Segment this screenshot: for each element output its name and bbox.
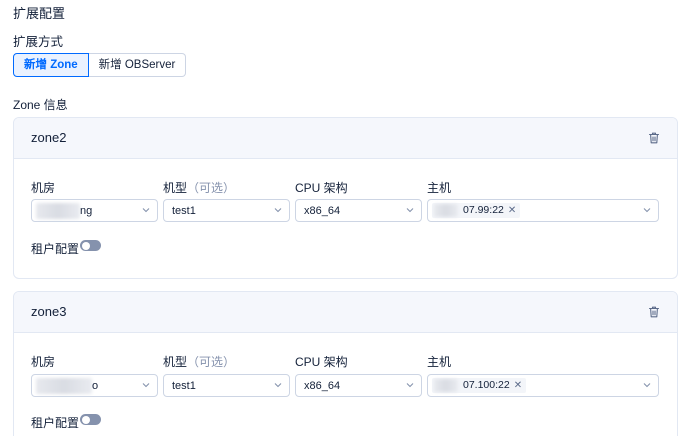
model-select[interactable]: test1 [163,199,290,222]
cpu-arch-value: x86_64 [304,205,341,217]
idc-select[interactable]: ng [31,199,158,222]
tenant-config-label: 租户配置 [31,416,80,430]
chevron-down-icon [643,208,651,213]
idc-label: 机房 [31,181,56,195]
model-label-text: 机型 [163,181,188,195]
zone-card-zone2: zone2 机房 机型（可选） CPU 架构 主机 ng test1 x86_6… [13,117,678,279]
switch-knob [81,241,90,250]
chevron-down-icon [142,208,150,213]
zone-card-header: zone3 [14,292,677,333]
extension-mode-label: 扩展方式 [13,35,64,49]
cpu-arch-value: x86_64 [304,380,341,392]
chevron-down-icon [406,208,414,213]
extension-config-page: 扩展配置 扩展方式 新增 Zone 新增 OBServer Zone 信息 zo… [0,0,689,436]
model-value: test1 [172,380,196,392]
mode-add-zone-button[interactable]: 新增 Zone [13,53,89,77]
model-value: test1 [172,205,196,217]
redacted-blur [434,379,458,392]
chevron-down-icon [406,383,414,388]
host-label: 主机 [427,355,452,369]
host-tag: 07.100:22 ✕ [432,378,527,393]
zone-card-zone3: zone3 机房 机型（可选） CPU 架构 主机 o test1 x86_64 [13,291,678,436]
tenant-config-switch[interactable] [80,414,101,425]
mode-add-observer-button[interactable]: 新增 OBServer [88,53,187,77]
chevron-down-icon [274,383,282,388]
zone-card-header: zone2 [14,118,677,159]
close-icon[interactable]: ✕ [514,378,522,393]
idc-label: 机房 [31,355,56,369]
chevron-down-icon [643,383,651,388]
cpu-arch-select[interactable]: x86_64 [295,199,422,222]
chevron-down-icon [142,383,150,388]
tenant-config-label: 租户配置 [31,242,80,256]
host-select[interactable]: 07.100:22 ✕ [427,374,659,397]
page-title: 扩展配置 [13,6,66,21]
host-tag: 07.99:22 ✕ [432,203,521,218]
host-select[interactable]: 07.99:22 ✕ [427,199,659,222]
model-optional-hint: （可选） [187,355,236,369]
zone-name: zone2 [31,130,67,145]
cpu-arch-label: CPU 架构 [295,355,348,369]
model-optional-hint: （可选） [187,181,236,195]
cpu-arch-label: CPU 架构 [295,181,348,195]
idc-value: o [92,380,99,392]
model-label: 机型（可选） [163,353,235,370]
idc-select[interactable]: o [31,374,158,397]
switch-knob [81,415,90,424]
tenant-config-switch[interactable] [80,240,101,251]
trash-icon[interactable] [647,305,661,319]
model-label-text: 机型 [163,355,188,369]
zone-name: zone3 [31,304,67,319]
redacted-blur [36,378,92,394]
zone-info-label: Zone 信息 [13,98,68,112]
trash-icon[interactable] [647,131,661,145]
idc-value: ng [80,205,93,217]
model-label: 机型（可选） [163,179,235,196]
model-select[interactable]: test1 [163,374,290,397]
close-icon[interactable]: ✕ [508,203,516,218]
chevron-down-icon [274,208,282,213]
redacted-blur [434,204,458,217]
cpu-arch-select[interactable]: x86_64 [295,374,422,397]
extension-mode-segmented: 新增 Zone 新增 OBServer [13,53,187,77]
host-label: 主机 [427,181,452,195]
redacted-blur [36,203,80,219]
